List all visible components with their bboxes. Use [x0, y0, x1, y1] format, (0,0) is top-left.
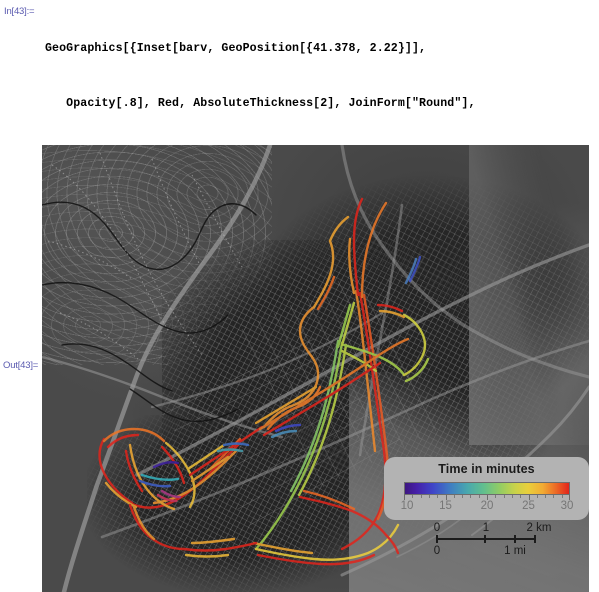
geo-map[interactable]: Time in minutes 10 15 20 25 30 0 1 2 km …	[42, 145, 589, 592]
code-line: GeoGraphics[{Inset[barv, GeoPosition[{41…	[45, 42, 427, 56]
legend-label: 20	[480, 500, 494, 512]
scalebar-imperial-label: 0	[433, 545, 441, 557]
legend-panel: Time in minutes 10 15 20 25 30	[384, 457, 589, 520]
output-cell[interactable]: Time in minutes 10 15 20 25 30 0 1 2 km …	[42, 145, 589, 592]
scalebar-imperial-label: 1 mi	[504, 545, 526, 557]
legend-title: Time in minutes	[438, 462, 535, 476]
legend-label: 15	[439, 500, 452, 512]
map-scalebar: 0 1 2 km 0 1 mi	[427, 520, 557, 570]
legend-label: 30	[560, 500, 574, 512]
legend-colorbar	[404, 482, 570, 495]
input-cell[interactable]: In[43]:= GeoGraphics[{Inset[barv, GeoPos…	[0, 0, 599, 438]
legend-label: 25	[522, 500, 535, 512]
mathematica-notebook: In[43]:= GeoGraphics[{Inset[barv, GeoPos…	[0, 0, 599, 592]
code-line: Opacity[.8], Red, AbsoluteThickness[2], …	[45, 97, 476, 110]
scalebar-metric-label: 0	[433, 522, 441, 534]
scalebar-metric-label: 2 km	[526, 522, 552, 534]
legend-tick-labels: 10 15 20 25 30	[384, 500, 589, 516]
scalebar-metric-label: 1	[482, 522, 490, 534]
legend-label: 10	[400, 500, 414, 512]
in-cell-label: In[43]:=	[4, 6, 35, 17]
scalebar-line	[436, 535, 536, 543]
out-cell-label: Out[43]=	[3, 360, 39, 371]
